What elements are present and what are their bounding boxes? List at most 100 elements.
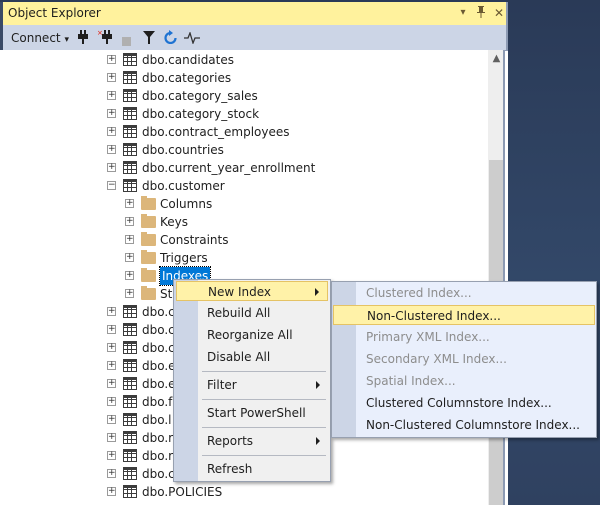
folder-icon xyxy=(141,286,156,300)
expand-icon[interactable]: + xyxy=(107,343,116,352)
expand-icon[interactable]: + xyxy=(107,415,116,424)
tree-item-label: Triggers xyxy=(160,251,208,265)
expand-icon[interactable]: + xyxy=(125,235,134,244)
expand-icon[interactable]: + xyxy=(107,433,116,442)
tree-item-folder-triggers[interactable]: + Triggers xyxy=(0,249,488,267)
menu-item-rebuild-all[interactable]: Rebuild All xyxy=(176,303,328,323)
menu-item-label: Disable All xyxy=(207,350,271,364)
panel-title: Object Explorer xyxy=(8,6,101,20)
submenu-item-non-clustered-columnstore-index[interactable]: Non-Clustered Columnstore Index... xyxy=(333,415,595,435)
table-icon xyxy=(123,179,137,192)
expand-icon[interactable]: + xyxy=(107,73,116,82)
tree-item-folder-keys[interactable]: + Keys xyxy=(0,213,488,231)
menu-separator xyxy=(202,399,326,400)
connect-icon[interactable] xyxy=(77,30,89,48)
tree-item-label: dbo.r xyxy=(142,431,174,445)
expand-icon[interactable]: + xyxy=(107,145,116,154)
window-position-dropdown-icon[interactable]: ▾ xyxy=(455,5,471,21)
refresh-icon[interactable] xyxy=(164,30,177,48)
expand-icon[interactable]: + xyxy=(107,55,116,64)
tree-item-table[interactable]: + dbo.contract_employees xyxy=(0,123,488,141)
stop-icon[interactable] xyxy=(122,33,131,51)
menu-item-refresh[interactable]: Refresh xyxy=(176,459,328,479)
table-icon xyxy=(123,449,137,462)
disconnect-icon[interactable]: × xyxy=(97,28,113,46)
filter-icon[interactable] xyxy=(143,31,155,49)
expand-icon[interactable]: + xyxy=(107,469,116,478)
close-icon[interactable]: ✕ xyxy=(491,5,507,21)
expand-icon[interactable]: + xyxy=(107,361,116,370)
tree-item-folder-constraints[interactable]: + Constraints xyxy=(0,231,488,249)
submenu-item-label: Secondary XML Index... xyxy=(366,352,507,366)
table-icon xyxy=(123,341,137,354)
expand-icon[interactable]: + xyxy=(107,397,116,406)
submenu-item-label: Spatial Index... xyxy=(366,374,456,388)
tree-item-table[interactable]: + dbo.candidates xyxy=(0,51,488,69)
menu-item-new-index[interactable]: New Index xyxy=(176,281,328,301)
tree-item-label: Columns xyxy=(160,197,213,211)
tree-item-label: dbo.c xyxy=(142,341,175,355)
panel-titlebar: Object Explorer ▾ ✕ xyxy=(3,2,508,25)
table-icon xyxy=(123,161,137,174)
menu-separator xyxy=(202,427,326,428)
expand-icon[interactable]: + xyxy=(125,217,134,226)
table-icon xyxy=(123,107,137,120)
tree-item-folder-columns[interactable]: + Columns xyxy=(0,195,488,213)
tree-item-label: dbo.POLICIES xyxy=(142,485,223,499)
submenu-item-non-clustered-index[interactable]: Non-Clustered Index... xyxy=(333,305,595,325)
submenu-item-label: Clustered Columnstore Index... xyxy=(366,396,552,410)
tree-item-label: Keys xyxy=(160,215,189,229)
connect-label: Connect xyxy=(11,31,61,45)
tree-item-table[interactable]: + dbo.categories xyxy=(0,69,488,87)
menu-item-disable-all[interactable]: Disable All xyxy=(176,347,328,367)
submenu-item-clustered-columnstore-index[interactable]: Clustered Columnstore Index... xyxy=(333,393,595,413)
tree-item-label: dbo.c xyxy=(142,305,175,319)
scroll-up-icon[interactable]: ▲ xyxy=(488,50,505,67)
table-icon xyxy=(123,305,137,318)
expand-icon[interactable]: + xyxy=(107,379,116,388)
expand-icon[interactable]: + xyxy=(107,487,116,496)
tree-item-label: dbo.contract_employees xyxy=(142,125,290,139)
menu-item-reorganize-all[interactable]: Reorganize All xyxy=(176,325,328,345)
tree-item-table[interactable]: − dbo.customer xyxy=(0,177,488,195)
expand-icon[interactable]: + xyxy=(107,307,116,316)
auto-hide-pin-icon[interactable] xyxy=(473,5,489,21)
menu-item-reports[interactable]: Reports xyxy=(176,431,328,451)
collapse-icon[interactable]: − xyxy=(107,181,116,190)
menu-item-filter[interactable]: Filter xyxy=(176,375,328,395)
expand-icon[interactable]: + xyxy=(107,325,116,334)
menu-item-start-powershell[interactable]: Start PowerShell xyxy=(176,403,328,423)
tree-item-table[interactable]: + dbo.countries xyxy=(0,141,488,159)
folder-icon xyxy=(141,232,156,246)
expand-icon[interactable]: + xyxy=(107,109,116,118)
expand-icon[interactable]: + xyxy=(125,199,134,208)
tree-item-table[interactable]: + dbo.current_year_enrollment xyxy=(0,159,488,177)
expand-icon[interactable]: + xyxy=(107,127,116,136)
submenu-item-label: Non-Clustered Columnstore Index... xyxy=(366,418,580,432)
expand-icon[interactable]: + xyxy=(107,451,116,460)
tree-item-table[interactable]: + dbo.POLICIES xyxy=(0,483,488,501)
connect-button[interactable]: Connect ▾ xyxy=(11,29,69,47)
table-icon xyxy=(123,413,137,426)
tree-item-table[interactable]: + dbo.category_stock xyxy=(0,105,488,123)
new-index-submenu: Clustered Index... Non-Clustered Index...… xyxy=(331,281,597,438)
menu-item-label: Start PowerShell xyxy=(207,406,306,420)
menu-item-label: Filter xyxy=(207,378,237,392)
folder-icon xyxy=(141,214,156,228)
expand-icon[interactable]: + xyxy=(125,289,134,298)
chevron-down-icon: ▾ xyxy=(64,35,69,45)
table-icon xyxy=(123,377,137,390)
table-icon xyxy=(123,467,137,480)
activity-monitor-icon[interactable] xyxy=(184,31,200,49)
context-menu: New Index Rebuild All Reorganize All Disabl… xyxy=(173,279,331,482)
tree-item-table[interactable]: + dbo.category_sales xyxy=(0,87,488,105)
expand-icon[interactable]: + xyxy=(107,91,116,100)
table-icon xyxy=(123,53,137,66)
folder-icon xyxy=(141,268,156,282)
expand-icon[interactable]: + xyxy=(125,271,134,280)
expand-icon[interactable]: + xyxy=(107,163,116,172)
tree-item-label: dbo.c xyxy=(142,323,175,337)
table-icon xyxy=(123,431,137,444)
table-icon xyxy=(123,395,137,408)
expand-icon[interactable]: + xyxy=(125,253,134,262)
